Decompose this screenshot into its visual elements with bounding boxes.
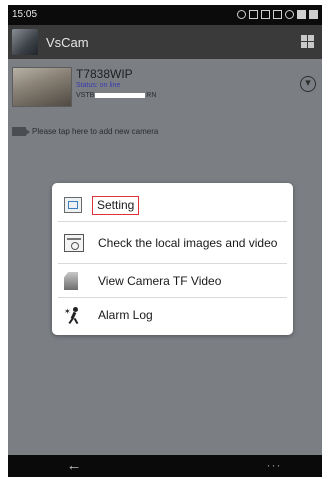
menu-item-setting-label: Setting: [92, 195, 140, 215]
app-title: VsCam: [46, 35, 89, 50]
image-icon: [249, 10, 258, 19]
divider: [58, 263, 287, 264]
menu-grid-icon[interactable]: [301, 35, 314, 48]
add-camera-row[interactable]: Please tap here to add new camera: [12, 123, 158, 139]
camera-list-item[interactable]: T7838WIP Status: on line VSTB RN ▾: [8, 65, 322, 107]
camera-options-button[interactable]: ▾: [300, 76, 316, 92]
menu-item-tf-video[interactable]: View Camera TF Video: [52, 265, 293, 297]
camera-id-suffix: RN: [146, 92, 157, 99]
more-options-button[interactable]: ···: [262, 457, 286, 475]
sdcard-icon: [64, 272, 78, 290]
menu-item-tf-video-label: View Camera TF Video: [98, 273, 222, 288]
camera-name: T7838WIP: [76, 67, 133, 81]
battery-icon: [309, 10, 318, 19]
camera-thumbnail: [12, 67, 72, 107]
menu-item-alarm-log[interactable]: ✶ Alarm Log: [52, 299, 293, 331]
wifi-icon: [285, 10, 294, 19]
divider: [58, 221, 287, 222]
divider: [58, 297, 287, 298]
status-time: 15:05: [12, 9, 38, 20]
gallery-icon: [64, 234, 84, 252]
camera-id-mask: [95, 92, 146, 98]
add-camera-label: Please tap here to add new camera: [32, 126, 159, 136]
alarm-icon: ✶: [64, 307, 84, 325]
camera-id: VSTB RN: [76, 92, 156, 99]
camera-options-dialog: Setting Check the local images and video…: [52, 183, 293, 335]
action-bar: VsCam: [8, 25, 322, 59]
status-bar: 15:05: [8, 5, 322, 25]
menu-item-alarm-log-label: Alarm Log: [98, 307, 153, 322]
setting-icon: [64, 197, 82, 213]
notification-icon: [237, 10, 246, 19]
menu-item-local-media-label: Check the local images and video: [98, 235, 278, 250]
status-icons: [237, 10, 318, 19]
navigation-bar: ← ···: [8, 455, 322, 477]
back-button[interactable]: ←: [62, 457, 86, 475]
add-camera-icon: [12, 126, 30, 136]
app-logo: [12, 29, 38, 55]
camera-status: Status: on line: [76, 82, 121, 89]
signal-icon: [297, 10, 306, 19]
image-icon: [273, 10, 282, 19]
camera-id-prefix: VSTB: [76, 92, 95, 99]
menu-item-local-media[interactable]: Check the local images and video: [52, 223, 293, 263]
phone-screen: 15:05 VsCam T7838WIP Status: on line VST…: [8, 5, 322, 477]
menu-item-setting[interactable]: Setting: [52, 189, 293, 221]
image-icon: [261, 10, 270, 19]
